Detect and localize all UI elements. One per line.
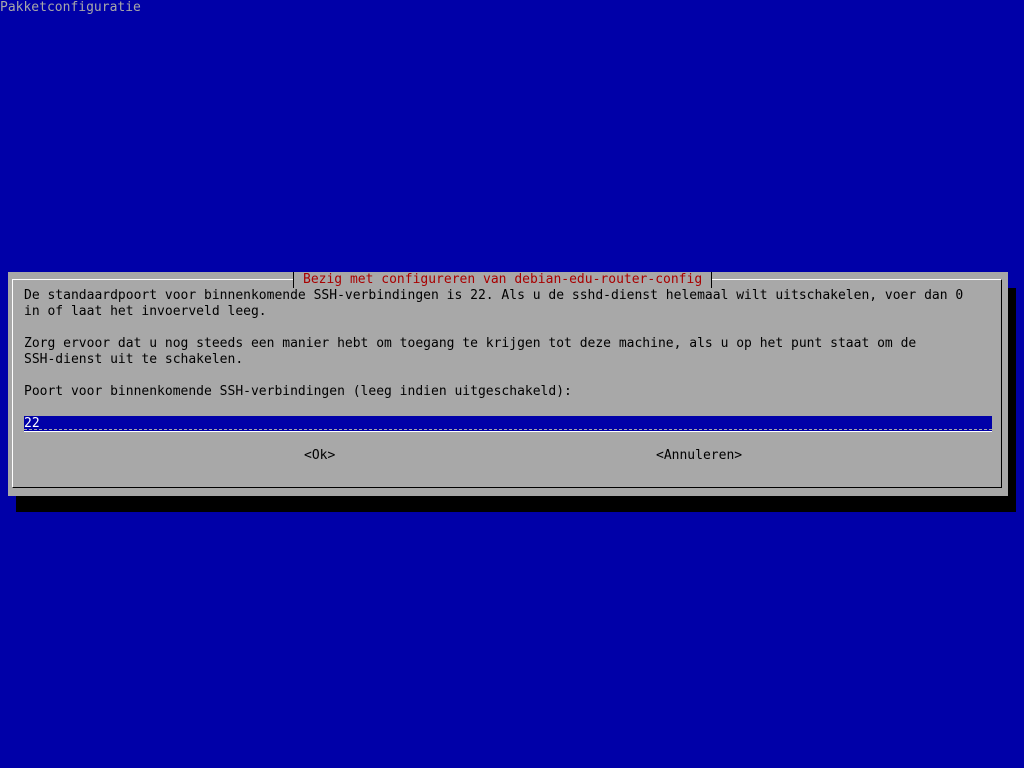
description-line-2: in of laat het invoerveld leeg. xyxy=(24,304,267,319)
configuration-dialog: Bezig met configureren van debian-edu-ro… xyxy=(8,272,1008,496)
dialog-title: Bezig met configureren van debian-edu-ro… xyxy=(293,272,713,288)
screen-title: Pakketconfiguratie xyxy=(0,0,141,15)
ssh-port-value: 22 xyxy=(24,416,40,431)
ok-button[interactable]: <Ok> xyxy=(304,448,335,464)
warning-line-1: Zorg ervoor dat u nog steeds een manier … xyxy=(24,336,917,351)
input-underscore-fill xyxy=(24,429,992,430)
cancel-button[interactable]: <Annuleren> xyxy=(656,448,742,464)
warning-line-2: SSH-dienst uit te schakelen. xyxy=(24,352,244,367)
ssh-port-input[interactable]: 22 xyxy=(24,416,992,432)
port-prompt: Poort voor binnenkomende SSH-verbindinge… xyxy=(24,384,572,399)
description-line-1: De standaardpoort voor binnenkomende SSH… xyxy=(24,288,964,303)
